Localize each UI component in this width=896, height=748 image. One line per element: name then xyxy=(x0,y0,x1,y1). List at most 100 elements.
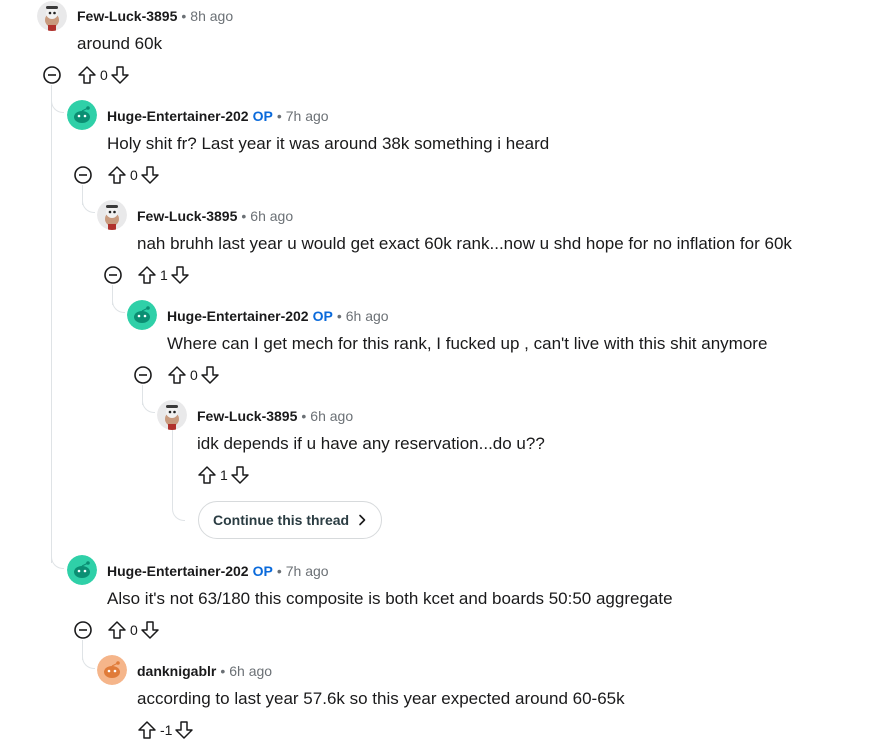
vote-count: 0 xyxy=(130,167,138,183)
collapse-minus-icon xyxy=(43,66,61,84)
downvote-arrow-icon xyxy=(201,366,219,384)
continue-thread-label: Continue this thread xyxy=(213,512,350,528)
upvote-button[interactable] xyxy=(197,465,217,485)
timestamp[interactable]: 8h ago xyxy=(190,8,233,24)
upvote-button[interactable] xyxy=(107,165,127,185)
downvote-button[interactable] xyxy=(174,720,194,740)
username-link[interactable]: Few-Luck-3895 xyxy=(197,408,297,424)
vote-count: 0 xyxy=(190,367,198,383)
upvote-button[interactable] xyxy=(137,265,157,285)
downvote-arrow-icon xyxy=(141,166,159,184)
downvote-button[interactable] xyxy=(140,620,160,640)
thread-line xyxy=(172,430,173,508)
downvote-arrow-icon xyxy=(171,266,189,284)
thread-line xyxy=(51,85,52,563)
collapse-button[interactable] xyxy=(42,65,62,85)
snoo-avatar-icon xyxy=(127,300,157,330)
vote-bar: 1 xyxy=(197,465,250,485)
snoo-avatar-icon xyxy=(67,555,97,585)
vote-bar: 0 xyxy=(77,65,130,85)
collapse-minus-icon xyxy=(74,621,92,639)
username-link[interactable]: Few-Luck-3895 xyxy=(77,8,177,24)
skull-avatar-icon xyxy=(37,1,67,31)
downvote-button[interactable] xyxy=(230,465,250,485)
user-avatar[interactable] xyxy=(97,200,127,230)
collapse-button[interactable] xyxy=(73,165,93,185)
user-avatar[interactable] xyxy=(67,555,97,585)
upvote-arrow-icon xyxy=(138,721,156,739)
upvote-button[interactable] xyxy=(137,720,157,740)
user-avatar[interactable] xyxy=(157,400,187,430)
comment-text: Also it's not 63/180 this composite is b… xyxy=(107,589,673,608)
collapse-minus-icon xyxy=(74,166,92,184)
collapse-minus-icon xyxy=(134,366,152,384)
op-badge: OP xyxy=(252,108,273,124)
vote-bar: 0 xyxy=(107,620,160,640)
upvote-button[interactable] xyxy=(167,365,187,385)
vote-bar: -1 xyxy=(137,720,194,740)
op-badge: OP xyxy=(252,563,273,579)
downvote-button[interactable] xyxy=(170,265,190,285)
vote-count: 1 xyxy=(220,467,228,483)
upvote-arrow-icon xyxy=(108,166,126,184)
thread-curve xyxy=(82,656,95,669)
vote-count: 0 xyxy=(130,622,138,638)
thread-curve xyxy=(172,508,185,521)
timestamp[interactable]: 6h ago xyxy=(250,208,293,224)
thread-curve xyxy=(51,556,64,569)
comment-text: according to last year 57.6k so this yea… xyxy=(137,689,625,708)
upvote-arrow-icon xyxy=(138,266,156,284)
comment-meta: Few-Luck-3895 • 8h ago xyxy=(77,8,234,24)
skull-avatar-icon xyxy=(157,400,187,430)
timestamp[interactable]: 7h ago xyxy=(286,108,329,124)
user-avatar[interactable] xyxy=(67,100,97,130)
user-avatar[interactable] xyxy=(37,1,67,31)
timestamp[interactable]: 6h ago xyxy=(229,663,272,679)
collapse-button[interactable] xyxy=(133,365,153,385)
upvote-arrow-icon xyxy=(78,66,96,84)
collapse-button[interactable] xyxy=(73,620,93,640)
vote-count: -1 xyxy=(160,722,173,738)
user-avatar[interactable] xyxy=(127,300,157,330)
vote-bar: 0 xyxy=(167,365,220,385)
collapse-minus-icon xyxy=(104,266,122,284)
skull-avatar-icon xyxy=(97,200,127,230)
comment-meta: Few-Luck-3895 • 6h ago xyxy=(137,208,294,224)
downvote-button[interactable] xyxy=(140,165,160,185)
thread-curve xyxy=(51,100,64,113)
downvote-button[interactable] xyxy=(110,65,130,85)
username-link[interactable]: Huge-Entertainer-202 xyxy=(107,108,249,124)
op-badge: OP xyxy=(312,308,333,324)
comment-text: idk depends if u have any reservation...… xyxy=(197,434,545,453)
comment-meta: Huge-Entertainer-202 OP • 7h ago xyxy=(107,563,329,579)
user-avatar[interactable] xyxy=(97,655,127,685)
comment-text: around 60k xyxy=(77,34,163,53)
username-link[interactable]: Huge-Entertainer-202 xyxy=(167,308,309,324)
vote-bar: 1 xyxy=(137,265,190,285)
snoo-avatar-icon xyxy=(97,655,127,685)
timestamp[interactable]: 6h ago xyxy=(346,308,389,324)
comment-meta: danknigablr • 6h ago xyxy=(137,663,273,679)
timestamp[interactable]: 6h ago xyxy=(310,408,353,424)
comment-text: Where can I get mech for this rank, I fu… xyxy=(167,334,768,353)
thread-curve xyxy=(82,200,95,213)
continue-thread-button[interactable]: Continue this thread xyxy=(198,501,383,539)
comment-text: nah bruhh last year u would get exact 60… xyxy=(137,234,792,253)
upvote-button[interactable] xyxy=(107,620,127,640)
vote-count: 1 xyxy=(160,267,168,283)
timestamp[interactable]: 7h ago xyxy=(286,563,329,579)
downvote-arrow-icon xyxy=(231,466,249,484)
vote-bar: 0 xyxy=(107,165,160,185)
snoo-avatar-icon xyxy=(67,100,97,130)
comment-meta: Huge-Entertainer-202 OP • 6h ago xyxy=(167,308,389,324)
upvote-button[interactable] xyxy=(77,65,97,85)
username-link[interactable]: Few-Luck-3895 xyxy=(137,208,237,224)
upvote-arrow-icon xyxy=(198,466,216,484)
username-link[interactable]: Huge-Entertainer-202 xyxy=(107,563,249,579)
downvote-button[interactable] xyxy=(200,365,220,385)
downvote-arrow-icon xyxy=(175,721,194,739)
thread-curve xyxy=(142,400,155,413)
collapse-button[interactable] xyxy=(103,265,123,285)
username-link[interactable]: danknigablr xyxy=(137,663,216,679)
downvote-arrow-icon xyxy=(111,66,129,84)
